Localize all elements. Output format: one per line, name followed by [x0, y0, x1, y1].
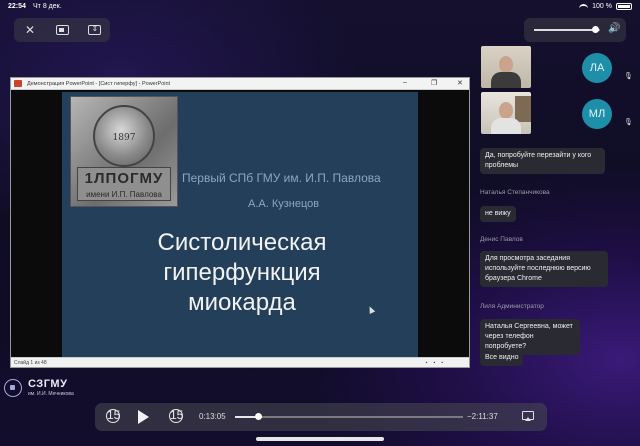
skip-forward-button[interactable]: 15: [169, 409, 183, 423]
play-button[interactable]: [138, 410, 149, 424]
skip-back-button[interactable]: 15: [106, 409, 120, 423]
window-close-icon[interactable]: ✕: [457, 79, 463, 87]
slide-title: Систолическая гиперфункция миокарда: [157, 229, 327, 316]
volume-slider[interactable]: [534, 26, 600, 33]
participant-avatar[interactable]: МЛ: [582, 99, 612, 129]
player-top-controls: ✕: [14, 18, 110, 42]
scrubber[interactable]: [235, 413, 463, 420]
window-title: Демонстрация PowerPoint - [Сист гиперфу]…: [27, 81, 171, 87]
screen: 22:54 Чт 8 дек. 100 % ✕ 🔊 Демонстрация P…: [0, 0, 640, 446]
view-buttons[interactable]: ▪▪▪: [426, 360, 449, 366]
restore-icon[interactable]: ❐: [431, 79, 437, 87]
chat-sender: Лиля Администратор: [480, 303, 544, 310]
plaque-subtitle: имени И.П. Павлова: [86, 190, 162, 199]
medal-year: 1897: [112, 133, 136, 143]
chat-message: Все видно: [480, 350, 524, 366]
airplay-icon[interactable]: [522, 411, 534, 421]
participant-video[interactable]: [481, 92, 531, 134]
aspect-fit-icon: [87, 24, 101, 35]
university-emblem-icon: [4, 379, 22, 397]
mic-muted-icon: 🎙: [624, 119, 633, 126]
battery-percent: 100 %: [592, 3, 612, 10]
minimize-icon[interactable]: –: [403, 79, 407, 86]
status-time: 22:54: [8, 3, 26, 10]
logo-subtitle: им. И.И. Мечникова: [28, 391, 74, 397]
plaque: 1ЛПОГМУ имени И.П. Павлова: [77, 167, 171, 201]
chat-message: Для просмотра заседания используйте посл…: [480, 251, 608, 287]
chat-message: Да, попробуйте перезайти у кого проблемы: [480, 148, 605, 174]
window-titlebar: Демонстрация PowerPoint - [Сист гиперфу]…: [11, 78, 469, 90]
participant-avatar[interactable]: ЛА: [582, 53, 612, 83]
picture-in-picture-button[interactable]: [46, 18, 78, 42]
slide-institution: Первый СПб ГМУ им. И.П. Павлова: [182, 171, 381, 185]
close-icon: ✕: [24, 23, 36, 37]
scrubber-knob[interactable]: [254, 413, 262, 420]
status-date: Чт 8 дек.: [33, 3, 62, 10]
participant-video[interactable]: [481, 46, 531, 88]
plaque-title: 1ЛПОГМУ: [84, 170, 164, 187]
remaining-time: −2:11:37: [467, 412, 498, 421]
chat-sender: Наталья Степанчикова: [480, 189, 550, 196]
slide[interactable]: 1897 1ЛПОГМУ имени И.П. Павлова Первый С…: [62, 92, 418, 357]
status-bar: 22:54 Чт 8 дек. 100 %: [0, 0, 640, 14]
powerpoint-icon: [14, 80, 22, 87]
chat-message: не вижу: [480, 206, 516, 222]
home-indicator: [256, 437, 384, 441]
slide-counter: Слайд 1 из 48: [14, 360, 47, 366]
picture-in-picture-icon: [55, 25, 69, 35]
university-logo: СЗГМУ им. И.И. Мечникова: [4, 378, 94, 400]
mic-muted-icon: 🎙: [624, 73, 633, 80]
wifi-icon: [579, 3, 589, 10]
volume-knob[interactable]: [591, 26, 599, 33]
elapsed-time: 0:13:05: [199, 412, 226, 421]
powerpoint-window: Демонстрация PowerPoint - [Сист гиперфу]…: [10, 77, 470, 368]
aspect-fit-button[interactable]: [78, 18, 110, 42]
volume-control: 🔊: [524, 18, 626, 42]
volume-fill: [534, 29, 595, 31]
battery-icon: [616, 3, 632, 10]
slide-author: А.А. Кузнецов: [248, 198, 320, 210]
ppt-status-bar: Слайд 1 из 48 ▪▪▪: [11, 357, 469, 367]
medal: 1897: [93, 105, 155, 167]
logo-name: СЗГМУ: [28, 378, 68, 390]
speaker-icon[interactable]: 🔊: [608, 23, 620, 34]
chat-sender: Денис Павлов: [480, 236, 523, 243]
close-button[interactable]: ✕: [14, 18, 46, 42]
slide-viewport: 1897 1ЛПОГМУ имени И.П. Павлова Первый С…: [11, 90, 469, 358]
monument-photo: 1897 1ЛПОГМУ имени И.П. Павлова: [70, 96, 178, 207]
playback-controls: 15 15 0:13:05 −2:11:37: [95, 403, 547, 431]
